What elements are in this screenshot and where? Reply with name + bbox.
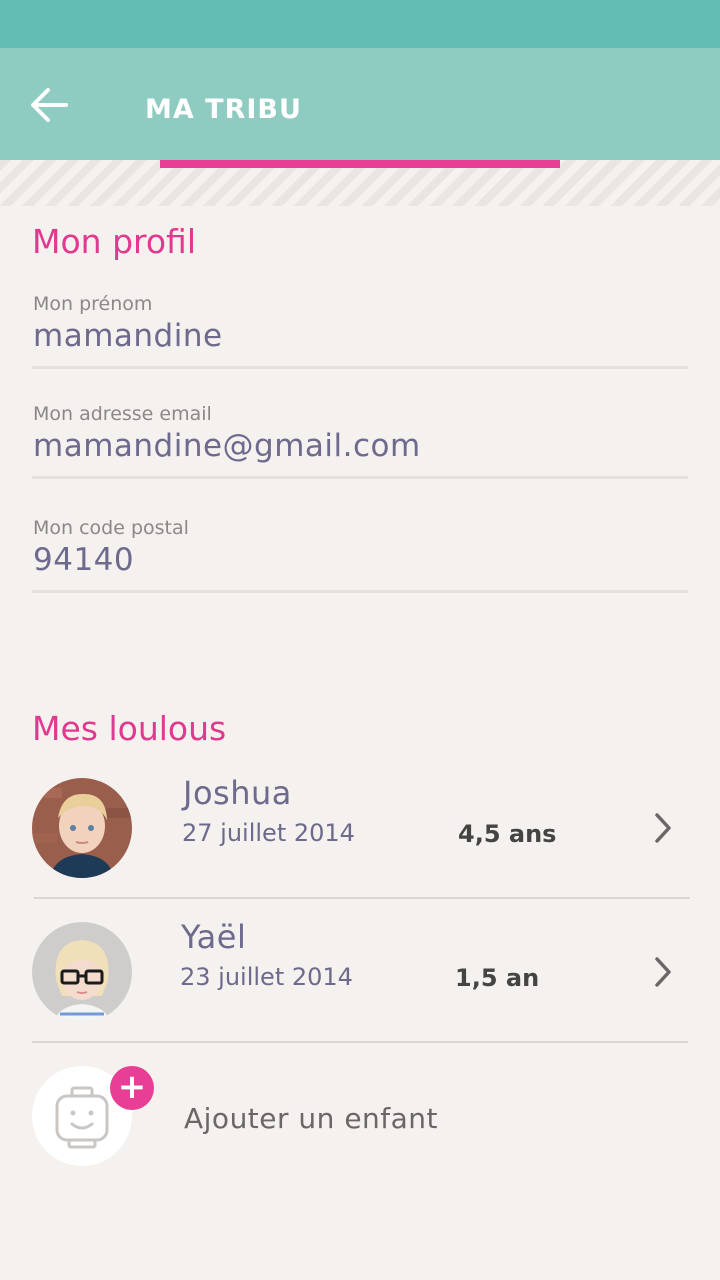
status-bar: [0, 0, 720, 48]
email-label: Mon adresse email: [33, 403, 212, 425]
children-section-title: Mes loulous: [32, 709, 227, 748]
child-photo-joshua: [32, 778, 132, 878]
app-bar: MA TRIBU: [0, 48, 720, 160]
postal-code-field[interactable]: 94140: [33, 542, 134, 578]
profile-section-title: Mon profil: [32, 222, 197, 261]
child-name: Joshua: [183, 774, 292, 812]
child-photo-yael: [32, 922, 132, 1022]
arrow-left-icon: [31, 88, 68, 122]
child-birthdate: 27 juillet 2014: [182, 819, 355, 847]
child-name: Yaël: [181, 918, 247, 956]
child-age: 4,5 ans: [458, 820, 557, 848]
postal-code-underline: [32, 590, 688, 593]
first-name-underline: [32, 366, 688, 369]
child-row-joshua[interactable]: Joshua 27 juillet 2014 4,5 ans: [0, 758, 720, 898]
chevron-right-icon: [655, 957, 671, 987]
child-birthdate: 23 juillet 2014: [180, 963, 353, 991]
email-field[interactable]: mamandine@gmail.com: [33, 428, 421, 464]
child-age: 1,5 an: [455, 964, 540, 992]
postal-code-label: Mon code postal: [33, 517, 189, 539]
back-button[interactable]: [26, 83, 74, 127]
tab-indicator: [160, 160, 560, 168]
first-name-label: Mon prénom: [33, 293, 153, 315]
divider: [34, 897, 690, 899]
add-child-label: Ajouter un enfant: [184, 1102, 439, 1135]
child-row-yael[interactable]: Yaël 23 juillet 2014 1,5 an: [0, 902, 720, 1042]
plus-icon: +: [110, 1066, 154, 1110]
divider: [32, 1041, 688, 1043]
chevron-right-icon: [655, 813, 671, 843]
page-title: MA TRIBU: [145, 94, 302, 125]
avatar: [32, 922, 132, 1022]
avatar: [32, 778, 132, 878]
add-child-button[interactable]: + Ajouter un enfant: [0, 1062, 720, 1172]
first-name-field[interactable]: mamandine: [33, 318, 223, 354]
email-underline: [32, 476, 688, 479]
